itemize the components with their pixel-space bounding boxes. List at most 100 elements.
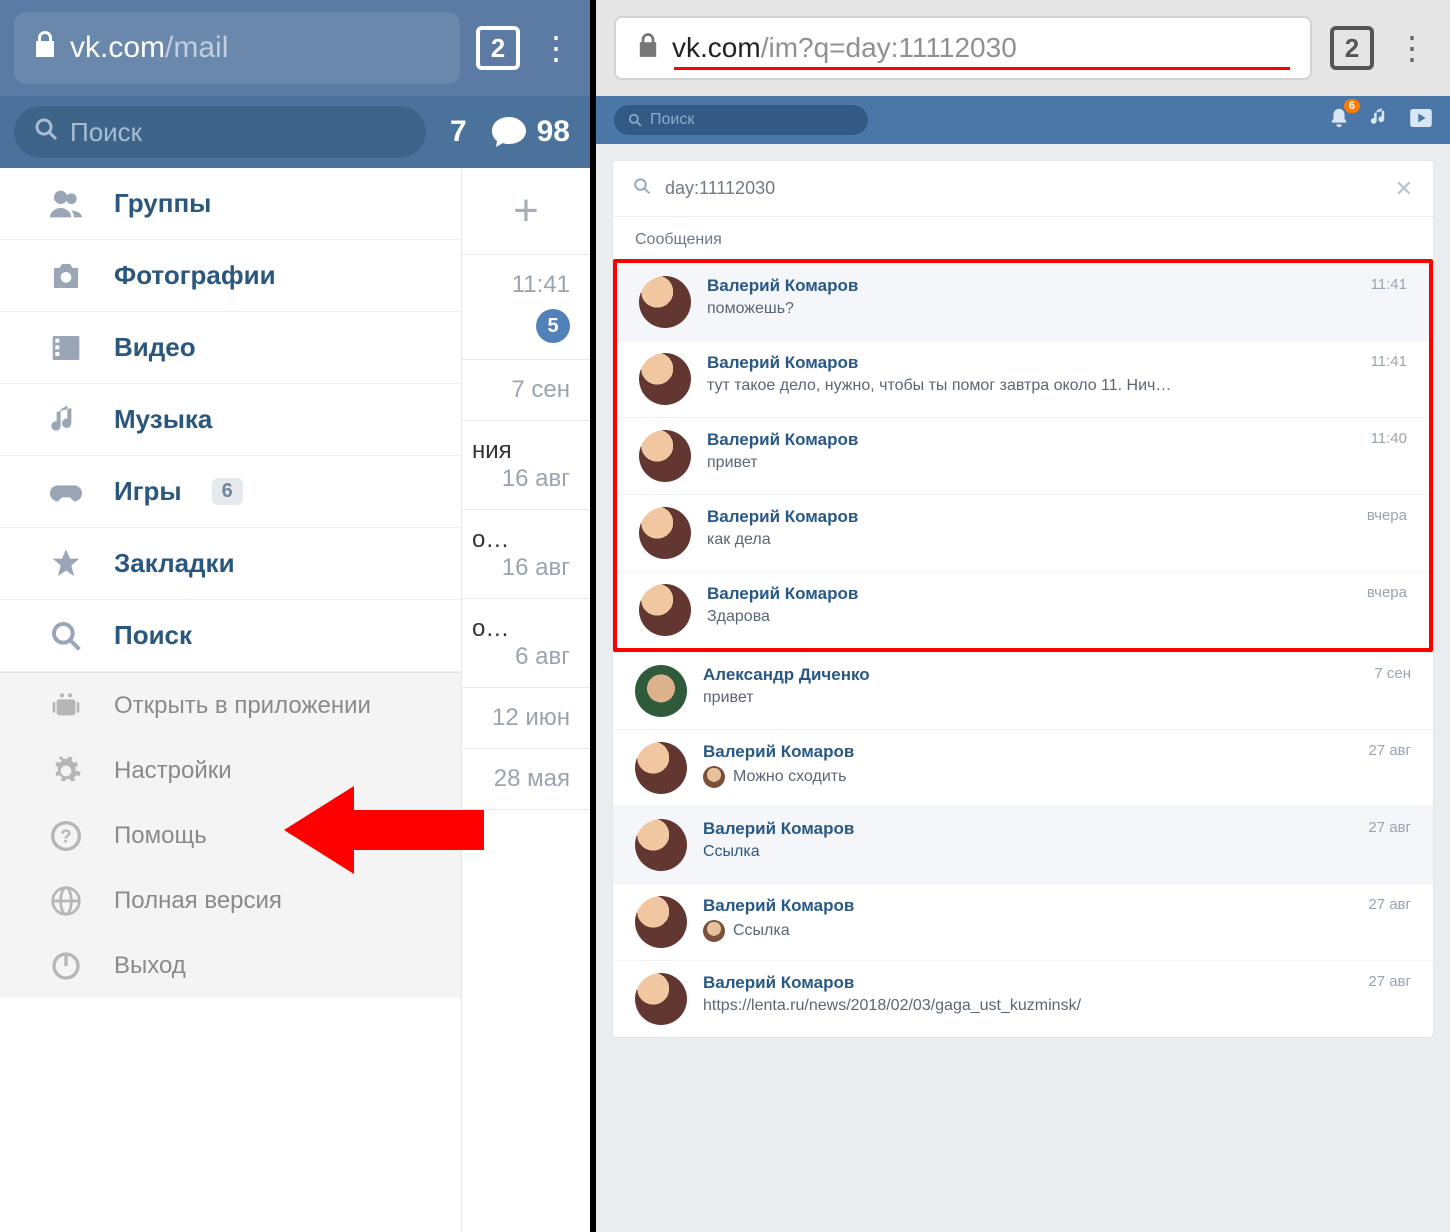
menu-dots-icon[interactable]: ⋮ bbox=[1392, 29, 1432, 67]
message-preview: поможешь? bbox=[707, 300, 1347, 318]
message-preview: привет bbox=[707, 454, 1347, 472]
search-icon bbox=[633, 177, 651, 200]
mobile-chat-list: + 11:4157 сенния16 авго…16 авго…6 авг12 … bbox=[462, 168, 590, 1232]
sender-name: Валерий Комаров bbox=[703, 742, 1344, 762]
sender-name: Валерий Комаров bbox=[703, 896, 1344, 916]
globe-icon bbox=[48, 883, 84, 919]
desktop-url-field[interactable]: vk.com/im?q=day:11112030 bbox=[614, 16, 1312, 80]
message-preview: https://lenta.ru/news/2018/02/03/gaga_us… bbox=[703, 997, 1344, 1015]
message-preview: Ссылка bbox=[703, 843, 1344, 861]
search-placeholder: Поиск bbox=[70, 117, 142, 148]
message-item[interactable]: Валерий КомаровЗдаровавчера bbox=[617, 571, 1429, 648]
nav-label: Выход bbox=[114, 952, 186, 980]
nav-item-star[interactable]: Закладки bbox=[0, 528, 461, 600]
power-icon bbox=[48, 948, 84, 984]
nav-label: Игры bbox=[114, 476, 182, 507]
mobile-nav-secondary: Открыть в приложении Настройки ?Помощь Полн… bbox=[0, 672, 461, 998]
sender-name: Валерий Комаров bbox=[707, 353, 1347, 373]
friend-requests-count[interactable]: 7 bbox=[450, 115, 467, 149]
chat-row[interactable]: о…6 авг bbox=[462, 599, 590, 688]
message-item[interactable]: Валерий КомаровМожно сходить27 авг bbox=[613, 729, 1433, 806]
nav-item-gamepad[interactable]: Игры6 bbox=[0, 456, 461, 528]
nav-item-gear[interactable]: Настройки bbox=[0, 738, 461, 803]
vk-desktop-topbar: Поиск 6 bbox=[596, 96, 1450, 144]
message-time: вчера bbox=[1367, 584, 1407, 601]
message-item[interactable]: Валерий Комаров https://lenta.ru/news/201… bbox=[613, 960, 1433, 1037]
mini-avatar bbox=[703, 766, 725, 788]
chat-row[interactable]: ния16 авг bbox=[462, 421, 590, 510]
mini-avatar bbox=[703, 920, 725, 942]
nav-label: Полная версия bbox=[114, 887, 282, 915]
message-time: 27 авг bbox=[1368, 742, 1411, 759]
nav-item-globe[interactable]: Полная версия bbox=[0, 868, 461, 933]
nav-label: Настройки bbox=[114, 757, 232, 785]
mobile-drawer: ГруппыФотографии Видео Музыка Игры6Закладки… bbox=[0, 168, 462, 1232]
message-time: вчера bbox=[1367, 507, 1407, 524]
avatar bbox=[639, 584, 691, 636]
nav-item-groups[interactable]: Группы bbox=[0, 168, 461, 240]
nav-label: Музыка bbox=[114, 404, 212, 435]
nav-item-android[interactable]: Открыть в приложении bbox=[0, 673, 461, 738]
mobile-nav-primary: ГруппыФотографии Видео Музыка Игры6Закладки… bbox=[0, 168, 461, 672]
vk-mobile-header: Поиск 7 98 bbox=[0, 96, 590, 168]
chat-row[interactable]: о…16 авг bbox=[462, 510, 590, 599]
messages-search-query[interactable]: day:11112030 bbox=[665, 178, 1395, 199]
message-item[interactable]: Валерий Комаровпривет11:40 bbox=[617, 417, 1429, 494]
chat-row[interactable]: 28 мая bbox=[462, 749, 590, 810]
message-item[interactable]: Валерий Комаровпоможешь?11:41 bbox=[617, 263, 1429, 340]
nav-item-camera[interactable]: Фотографии bbox=[0, 240, 461, 312]
chat-row[interactable]: 7 сен bbox=[462, 360, 590, 421]
tab-count-button[interactable]: 2 bbox=[1330, 26, 1374, 70]
mobile-browser-toolbar: vk.com/mail 2 ⋮ bbox=[0, 0, 590, 96]
message-item[interactable]: Валерий Комаровкак делавчера bbox=[617, 494, 1429, 571]
search-icon bbox=[48, 618, 84, 654]
message-preview: привет bbox=[703, 689, 1350, 707]
gamepad-icon bbox=[48, 474, 84, 510]
menu-dots-icon[interactable]: ⋮ bbox=[536, 29, 576, 67]
android-icon bbox=[48, 688, 84, 724]
nav-item-film[interactable]: Видео bbox=[0, 312, 461, 384]
chat-row[interactable]: 12 июн bbox=[462, 688, 590, 749]
avatar bbox=[639, 276, 691, 328]
clear-search-button[interactable]: ✕ bbox=[1395, 176, 1413, 202]
avatar bbox=[639, 507, 691, 559]
sender-name: Валерий Комаров bbox=[703, 973, 1344, 993]
message-item[interactable]: Валерий КомаровСсылка27 авг bbox=[613, 883, 1433, 960]
nav-label: Помощь bbox=[114, 822, 207, 850]
nav-item-help[interactable]: ?Помощь bbox=[0, 803, 461, 868]
message-time: 27 авг bbox=[1368, 896, 1411, 913]
nav-label: Видео bbox=[114, 332, 196, 363]
star-icon bbox=[48, 546, 84, 582]
desktop-screen: vk.com/im?q=day:11112030 2 ⋮ Поиск 6 bbox=[596, 0, 1450, 1232]
music-icon bbox=[1370, 108, 1390, 128]
tab-count-button[interactable]: 2 bbox=[476, 26, 520, 70]
nav-label: Поиск bbox=[114, 620, 192, 651]
mobile-search-input[interactable]: Поиск bbox=[14, 106, 426, 158]
messages-count: 98 bbox=[537, 115, 570, 149]
avatar bbox=[639, 353, 691, 405]
message-item[interactable]: Александр Диченкопривет7 сен bbox=[613, 652, 1433, 729]
nav-item-music[interactable]: Музыка bbox=[0, 384, 461, 456]
nav-item-power[interactable]: Выход bbox=[0, 933, 461, 998]
new-chat-button[interactable]: + bbox=[462, 168, 590, 255]
avatar bbox=[635, 896, 687, 948]
search-icon bbox=[628, 113, 642, 127]
messages-button[interactable]: 98 bbox=[491, 115, 570, 149]
notifications-button[interactable]: 6 bbox=[1328, 107, 1350, 134]
play-icon bbox=[1410, 109, 1432, 127]
desktop-search-input[interactable]: Поиск bbox=[614, 105, 868, 135]
mobile-url-field[interactable]: vk.com/mail bbox=[14, 12, 460, 84]
video-button[interactable] bbox=[1410, 109, 1432, 132]
chat-row[interactable]: 11:415 bbox=[462, 255, 590, 360]
message-item[interactable]: Валерий КомаровСсылка27 авг bbox=[613, 806, 1433, 883]
music-button[interactable] bbox=[1370, 108, 1390, 133]
unread-badge: 5 bbox=[536, 309, 570, 343]
groups-icon bbox=[48, 186, 84, 222]
mobile-body: ГруппыФотографии Видео Музыка Игры6Закладки… bbox=[0, 168, 590, 1232]
message-preview: Здарова bbox=[707, 608, 1343, 626]
desktop-content: day:11112030 ✕ Сообщения Валерий Комаров… bbox=[596, 144, 1450, 1232]
nav-item-search[interactable]: Поиск bbox=[0, 600, 461, 672]
camera-icon bbox=[48, 258, 84, 294]
url-path: /im?q=day:11112030 bbox=[761, 32, 1017, 64]
message-item[interactable]: Валерий Комаровтут такое дело, нужно, чт… bbox=[617, 340, 1429, 417]
